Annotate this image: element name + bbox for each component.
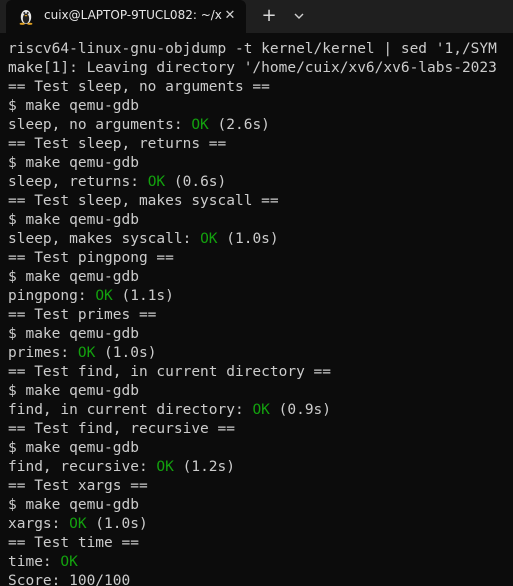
terminal-line: == Test sleep, no arguments ==	[8, 78, 270, 97]
line-text: $ make qemu-gdb	[8, 440, 139, 456]
terminal-line: $ make qemu-gdb	[8, 268, 139, 287]
line-text: $ make qemu-gdb	[8, 497, 139, 513]
line-text: $ make qemu-gdb	[8, 269, 139, 285]
terminal-line: pingpong: OK (1.1s)	[8, 287, 174, 306]
line-text: == Test xargs ==	[8, 478, 148, 494]
ok-status: OK	[69, 516, 87, 532]
terminal-line: == Test sleep, makes syscall ==	[8, 192, 279, 211]
line-text: == Test find, in current directory ==	[8, 364, 332, 380]
terminal-line: sleep, makes syscall: OK (1.0s)	[8, 230, 279, 249]
duration-text: (1.2s)	[173, 459, 235, 475]
terminal-line: == Test sleep, returns ==	[8, 135, 226, 154]
terminal-line: == Test find, in current directory ==	[8, 363, 331, 382]
duration-text: (1.1s)	[112, 288, 174, 304]
terminal-line: make[1]: Leaving directory '/home/cuix/x…	[8, 59, 497, 78]
ok-status: OK	[156, 459, 174, 475]
line-text: sleep, returns:	[8, 174, 148, 190]
terminal-window: cuix@LAPTOP-9TUCL082: ~/x ✕ + riscv64-li…	[0, 0, 513, 586]
terminal-line: Score: 100/100	[8, 572, 130, 586]
terminal-tab[interactable]: cuix@LAPTOP-9TUCL082: ~/x ✕	[6, 0, 246, 33]
line-text: == Test time ==	[8, 535, 139, 551]
terminal-line: $ make qemu-gdb	[8, 154, 139, 173]
ok-status: OK	[252, 402, 270, 418]
chevron-down-icon[interactable]	[289, 6, 309, 26]
ok-status: OK	[147, 174, 166, 190]
duration-text: (0.9s)	[269, 402, 332, 418]
line-text: == Test sleep, no arguments ==	[8, 79, 270, 95]
duration-text: (1.0s)	[86, 516, 148, 532]
terminal-line: sleep, returns: OK (0.6s)	[8, 173, 226, 192]
terminal-line: $ make qemu-gdb	[8, 382, 139, 401]
duration-text: (1.0s)	[95, 345, 157, 361]
ok-status: OK	[191, 117, 209, 133]
terminal-line: xargs: OK (1.0s)	[8, 515, 148, 534]
line-text: xargs:	[8, 516, 70, 532]
line-text: time:	[8, 554, 61, 570]
terminal-line: == Test time ==	[8, 534, 139, 553]
duration-text: (1.0s)	[217, 231, 279, 247]
line-text: pingpong:	[8, 288, 96, 304]
line-text: == Test find, recursive ==	[8, 421, 235, 437]
terminal-line: primes: OK (1.0s)	[8, 344, 156, 363]
line-text: $ make qemu-gdb	[8, 383, 139, 399]
terminal-line: find, recursive: OK (1.2s)	[8, 458, 235, 477]
duration-text: (0.6s)	[165, 174, 227, 190]
line-text: == Test sleep, makes syscall ==	[8, 193, 279, 209]
line-text: == Test primes ==	[8, 307, 157, 323]
line-text: sleep, no arguments:	[8, 117, 192, 133]
terminal-line: find, in current directory: OK (0.9s)	[8, 401, 331, 420]
line-text: Score: 100/100	[8, 573, 131, 586]
terminal-line: time: OK	[8, 553, 78, 572]
terminal-line: == Test find, recursive ==	[8, 420, 235, 439]
line-text: $ make qemu-gdb	[8, 155, 139, 171]
terminal-line: == Test pingpong ==	[8, 249, 174, 268]
ok-status: OK	[95, 288, 113, 304]
line-text: == Test sleep, returns ==	[8, 136, 227, 152]
terminal-line: == Test primes ==	[8, 306, 156, 325]
ok-status: OK	[60, 554, 78, 570]
line-text: sleep, makes syscall:	[8, 231, 201, 247]
tab-title: cuix@LAPTOP-9TUCL082: ~/x	[44, 8, 222, 22]
terminal-line: $ make qemu-gdb	[8, 496, 139, 515]
terminal-line: sleep, no arguments: OK (2.6s)	[8, 116, 270, 135]
ok-status: OK	[77, 345, 96, 361]
line-text: find, recursive:	[8, 459, 157, 475]
line-text: make[1]: Leaving directory '/home/cuix/x…	[8, 60, 497, 76]
title-bar: cuix@LAPTOP-9TUCL082: ~/x ✕ +	[0, 0, 513, 33]
ok-status: OK	[200, 231, 218, 247]
terminal-line: $ make qemu-gdb	[8, 439, 139, 458]
line-text: riscv64-linux-gnu-objdump -t kernel/kern…	[8, 41, 497, 57]
terminal-line: == Test xargs ==	[8, 477, 148, 496]
linux-penguin-icon	[19, 10, 33, 25]
line-text: $ make qemu-gdb	[8, 326, 139, 342]
line-text: find, in current directory:	[8, 402, 253, 418]
terminal-line: riscv64-linux-gnu-objdump -t kernel/kern…	[8, 40, 497, 59]
terminal-line: $ make qemu-gdb	[8, 325, 139, 344]
line-text: primes:	[8, 345, 78, 361]
close-tab-button[interactable]: ✕	[220, 6, 240, 26]
duration-text: (2.6s)	[208, 117, 270, 133]
line-text: $ make qemu-gdb	[8, 98, 139, 114]
terminal-line: $ make qemu-gdb	[8, 97, 139, 116]
line-text: $ make qemu-gdb	[8, 212, 139, 228]
terminal-line: $ make qemu-gdb	[8, 211, 139, 230]
terminal-output[interactable]: riscv64-linux-gnu-objdump -t kernel/kern…	[0, 35, 513, 586]
line-text: == Test pingpong ==	[8, 250, 174, 266]
new-tab-button[interactable]: +	[257, 4, 281, 28]
